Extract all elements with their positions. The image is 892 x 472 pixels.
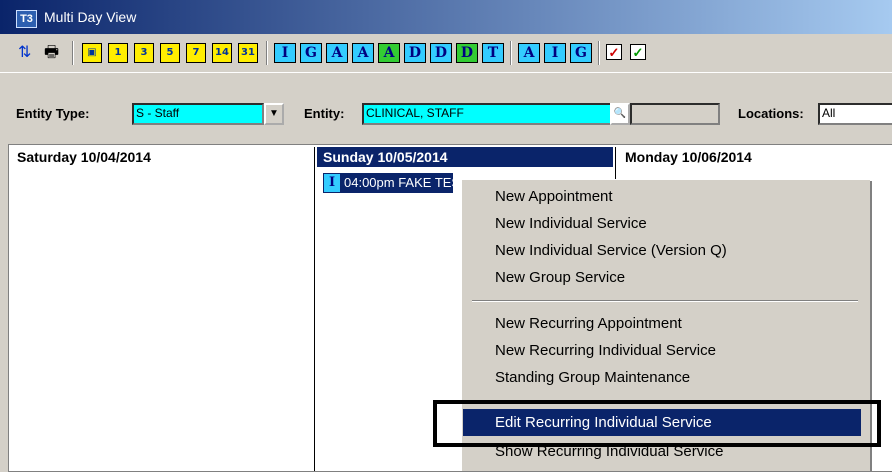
appointment-text: 04:00pm FAKE TEST ASSESSM bbox=[344, 175, 453, 190]
entity-label: Entity: bbox=[304, 106, 345, 121]
entity-detail-box bbox=[630, 103, 720, 125]
search-icon[interactable]: 🔍 bbox=[610, 103, 630, 125]
toolbar-separator bbox=[72, 41, 74, 65]
t-button[interactable]: T bbox=[482, 43, 504, 63]
app-icon: T3 bbox=[16, 10, 37, 28]
highlight-box bbox=[433, 400, 881, 447]
day-7-button[interactable]: 7 bbox=[186, 43, 206, 63]
filter-bar: Entity Type: S - Staff ▼ Entity: CLINICA… bbox=[0, 73, 892, 137]
appointment-button-2[interactable]: A bbox=[352, 43, 374, 63]
g-button-alt[interactable]: G bbox=[570, 43, 592, 63]
toolbar-separator bbox=[598, 41, 600, 65]
menu-item-new-individual-service-q[interactable]: New Individual Service (Version Q) bbox=[463, 237, 861, 264]
menu-separator bbox=[472, 300, 858, 302]
checkbox-icon-2[interactable]: ✓ bbox=[630, 44, 646, 60]
menu-item-standing-group-maintenance[interactable]: Standing Group Maintenance bbox=[463, 364, 861, 391]
checkbox-icon[interactable]: ✓ bbox=[606, 44, 622, 60]
menu-item-new-recurring-individual-service[interactable]: New Recurring Individual Service bbox=[463, 337, 861, 364]
menu-item-new-individual-service[interactable]: New Individual Service bbox=[463, 210, 861, 237]
d-button-1[interactable]: D bbox=[404, 43, 426, 63]
day-14-button[interactable]: 14 bbox=[212, 43, 232, 63]
group-service-button[interactable]: G bbox=[300, 43, 322, 63]
day-3-button[interactable]: 3 bbox=[134, 43, 154, 63]
entity-type-select[interactable]: S - Staff bbox=[132, 103, 264, 125]
menu-item-new-recurring-appointment[interactable]: New Recurring Appointment bbox=[463, 310, 861, 337]
locations-input[interactable]: All bbox=[818, 103, 892, 125]
appointment-button-3[interactable]: A bbox=[378, 43, 400, 63]
appointment-button[interactable]: A bbox=[326, 43, 348, 63]
d-button-2[interactable]: D bbox=[430, 43, 452, 63]
day-header-monday: Monday 10/06/2014 bbox=[625, 149, 752, 165]
toolbar-separator bbox=[510, 41, 512, 65]
i-button-alt[interactable]: I bbox=[544, 43, 566, 63]
day-header-saturday: Saturday 10/04/2014 bbox=[17, 149, 151, 165]
day-header-sunday: Sunday 10/05/2014 bbox=[317, 147, 613, 167]
window-titlebar: T3 Multi Day View bbox=[0, 0, 892, 34]
individual-service-icon: I bbox=[324, 174, 340, 192]
individual-service-button[interactable]: I bbox=[274, 43, 296, 63]
day-31-button[interactable]: 31 bbox=[238, 43, 258, 63]
menu-item-new-group-service[interactable]: New Group Service bbox=[463, 264, 861, 291]
chevron-down-icon[interactable]: ▼ bbox=[264, 103, 284, 125]
refresh-icon[interactable]: ⇅ bbox=[18, 43, 31, 63]
entity-type-label: Entity Type: bbox=[16, 106, 90, 121]
day-1-button[interactable]: 1 bbox=[108, 43, 128, 63]
toolbar-separator bbox=[266, 41, 268, 65]
a-button-alt[interactable]: A bbox=[518, 43, 540, 63]
day-5-button[interactable]: 5 bbox=[160, 43, 180, 63]
window-title: Multi Day View bbox=[44, 9, 137, 25]
calendar-today-icon[interactable]: ▣ bbox=[82, 43, 102, 63]
d-button-3[interactable]: D bbox=[456, 43, 478, 63]
day-column-saturday[interactable] bbox=[9, 147, 315, 471]
menu-item-new-appointment[interactable]: New Appointment bbox=[463, 183, 861, 210]
toolbar: ⇅ 🖶 ▣ 1 3 5 7 14 31 I G A A A D D D T A … bbox=[0, 34, 892, 73]
entity-input[interactable]: CLINICAL, STAFF bbox=[362, 103, 614, 125]
appointment-item[interactable]: I 04:00pm FAKE TEST ASSESSM bbox=[323, 173, 453, 193]
locations-label: Locations: bbox=[738, 106, 804, 121]
print-icon[interactable]: 🖶 bbox=[44, 43, 59, 63]
